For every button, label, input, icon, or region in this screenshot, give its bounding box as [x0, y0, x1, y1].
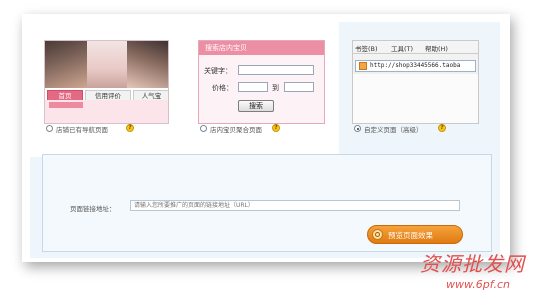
preview-button[interactable]: 预览页面效果 [367, 225, 463, 244]
help-icon[interactable]: ? [126, 124, 134, 132]
search-panel-title: 搜索店内宝贝 [199, 41, 324, 55]
watermark-url: www.6pf.cn [446, 278, 510, 291]
option-shop-nav[interactable]: 店铺已有导航页面 ? [46, 124, 161, 134]
option-shop-search[interactable]: 店内宝贝聚合页面 ? [200, 124, 315, 134]
address-bar: http://shop33445566.taoba [355, 60, 476, 72]
url-input[interactable] [130, 200, 460, 211]
shop-content-strip [45, 100, 168, 123]
option-label: 店铺已有导航页面 [56, 126, 108, 134]
option-label: 自定义页面（高级） [364, 126, 423, 134]
radio-shop-search[interactable] [200, 125, 207, 132]
price-min-field [238, 82, 268, 92]
page-sheet: 首页 信用评价 人气宝 搜索店内宝贝 关键字： 价格： 到 搜索 书签(B) 工… [22, 14, 510, 262]
price-max-field [284, 82, 314, 92]
category-bar [49, 102, 83, 108]
help-icon[interactable]: ? [272, 124, 280, 132]
browser-menu-bar: 书签(B) 工具(T) 帮助(H) [353, 41, 478, 54]
option-label: 店内宝贝聚合页面 [210, 126, 262, 134]
radio-custom-page[interactable] [354, 125, 361, 132]
help-icon[interactable]: ? [438, 124, 446, 132]
model-photo [127, 41, 168, 88]
thumbnail-custom-page[interactable]: 书签(B) 工具(T) 帮助(H) http://shop33445566.ta… [352, 40, 479, 124]
menu-bookmarks: 书签(B) [355, 45, 378, 53]
radio-shop-nav[interactable] [46, 125, 53, 132]
shop-tab-bar: 首页 信用评价 人气宝 [45, 88, 168, 101]
model-photo [45, 41, 87, 88]
menu-help: 帮助(H) [425, 45, 448, 53]
magnifier-icon [372, 229, 383, 240]
page-icon [359, 62, 367, 70]
preview-button-label: 预览页面效果 [388, 231, 433, 240]
keyword-field [238, 65, 314, 75]
watermark-logo: 资源批发网 [420, 252, 525, 276]
keyword-label: 关键字： [204, 67, 232, 75]
search-button: 搜索 [238, 100, 274, 112]
option-custom-page[interactable]: 自定义页面（高级） ? [354, 124, 474, 134]
address-url: http://shop33445566.taoba [370, 62, 461, 69]
url-label: 页面链接地址： [70, 205, 116, 213]
model-photo [87, 41, 127, 88]
menu-tools: 工具(T) [391, 45, 414, 53]
thumbnail-shop-nav[interactable]: 首页 信用评价 人气宝 [44, 40, 169, 124]
browser-content [353, 74, 478, 123]
price-label: 价格： [212, 84, 233, 92]
price-to-label: 到 [272, 84, 279, 92]
